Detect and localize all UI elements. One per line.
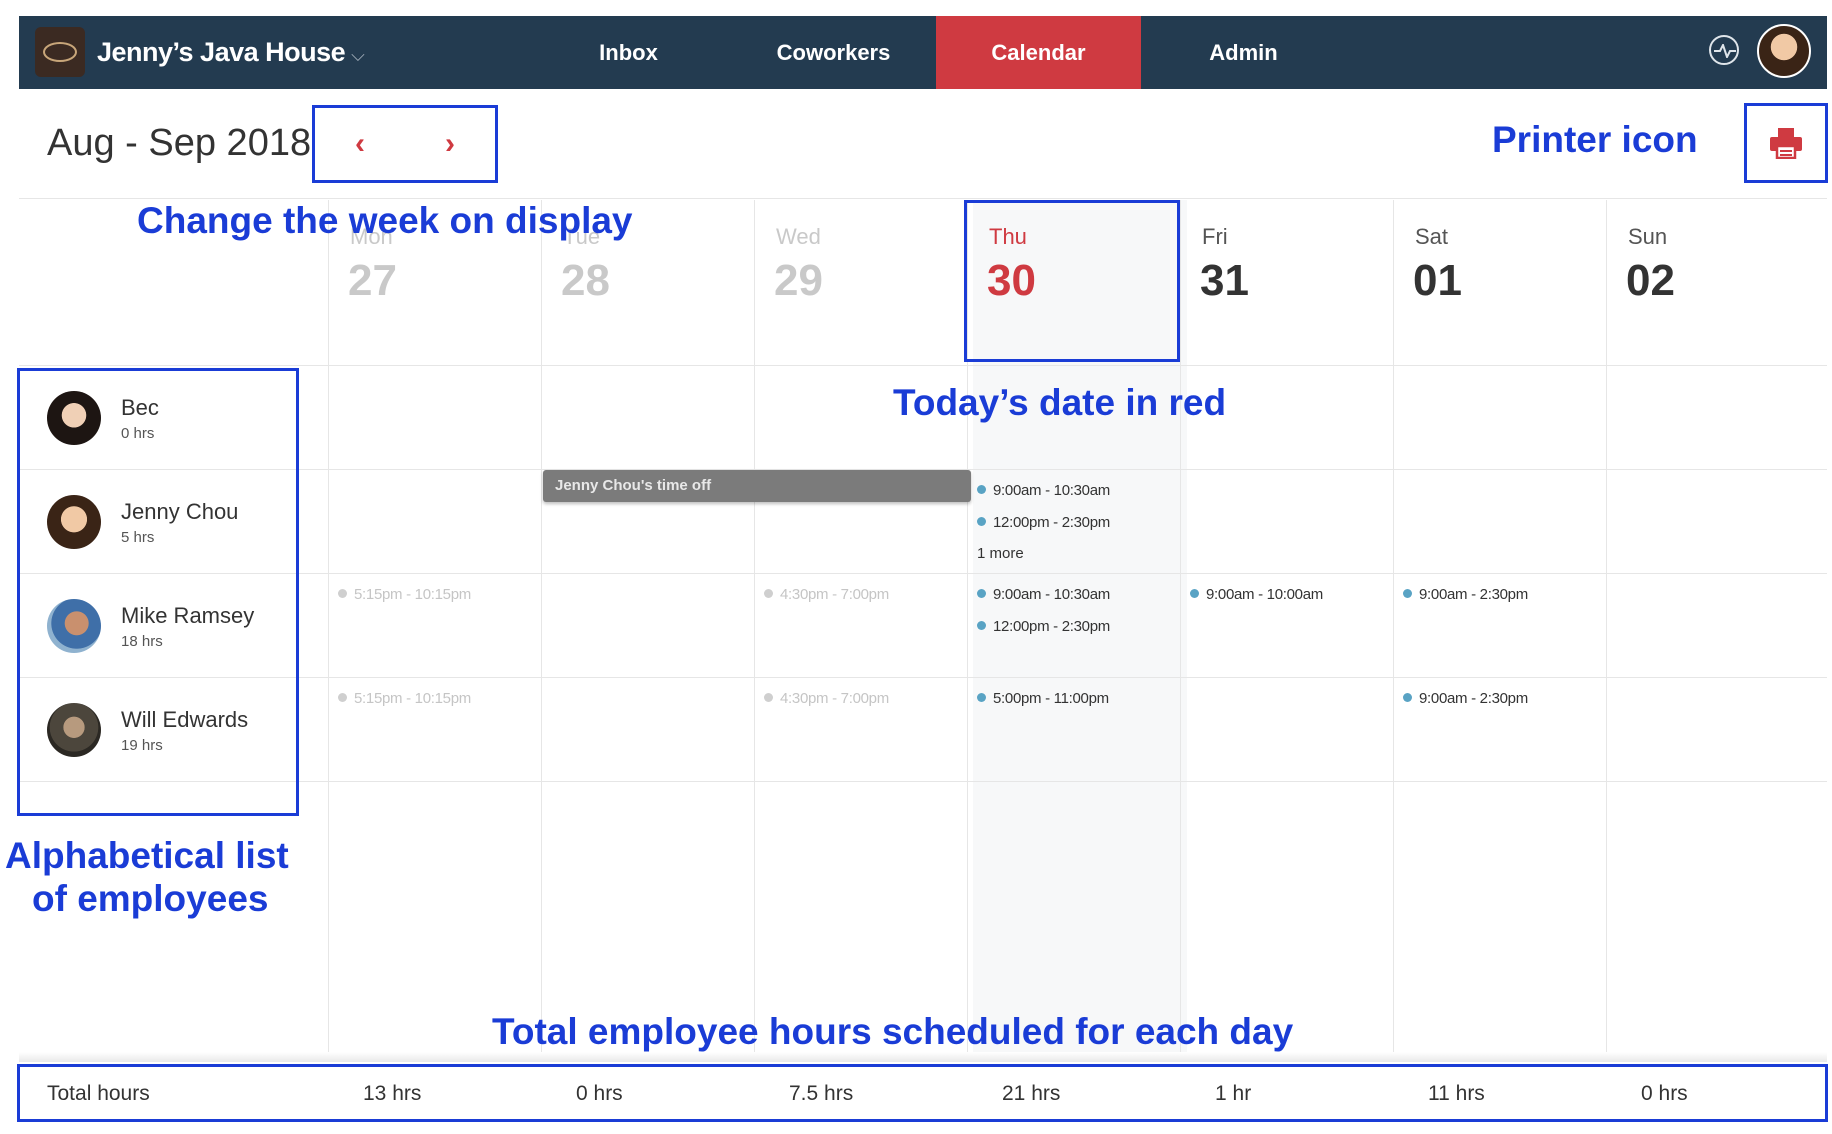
shift[interactable]: 9:00am - 2:30pm — [1403, 690, 1528, 707]
shift-dot — [977, 485, 986, 494]
shift-time: 12:00pm - 2:30pm — [993, 514, 1110, 531]
shift-time: 9:00am - 10:00am — [1206, 586, 1323, 603]
shift[interactable]: 4:30pm - 7:00pm — [764, 690, 889, 707]
shift[interactable]: 5:15pm - 10:15pm — [338, 690, 471, 707]
total-hours-row: Total hours 13 hrs 0 hrs 7.5 hrs 21 hrs … — [17, 1064, 1828, 1122]
previous-week-button[interactable]: ‹ — [340, 127, 380, 161]
total-hours-tue: 0 hrs — [576, 1082, 623, 1105]
more-shifts-link[interactable]: 1 more — [977, 545, 1024, 562]
annotation-today-box — [964, 200, 1180, 362]
total-hours-wed: 7.5 hrs — [789, 1082, 854, 1105]
next-week-button[interactable]: › — [430, 127, 470, 161]
activity-icon[interactable] — [1709, 35, 1739, 65]
day-name: Fri — [1202, 224, 1228, 249]
shift-time: 9:00am - 10:30am — [993, 482, 1110, 499]
annotation-employees-box — [17, 368, 299, 816]
grid-line — [1393, 200, 1394, 1062]
total-hours-mon: 13 hrs — [363, 1082, 422, 1105]
brand-switcher[interactable]: Jenny’s Java House ⌵ — [35, 26, 365, 78]
shift-time: 5:15pm - 10:15pm — [354, 586, 471, 603]
company-name: Jenny’s Java House — [97, 36, 346, 67]
shift-time: 5:15pm - 10:15pm — [354, 690, 471, 707]
annotation-printer: Printer icon — [1492, 119, 1698, 160]
annotation-employees-line2: of employees — [32, 878, 269, 919]
day-number: 02 — [1626, 256, 1675, 305]
shift-dot — [1403, 693, 1412, 702]
date-range-title: Aug - Sep 2018 — [47, 122, 312, 164]
total-hours-thu: 21 hrs — [1002, 1082, 1061, 1105]
shift[interactable]: 12:00pm - 2:30pm — [977, 514, 1110, 531]
annotation-employees-line1: Alphabetical list — [5, 835, 289, 876]
shift[interactable]: 12:00pm - 2:30pm — [977, 618, 1110, 635]
total-hours-fri: 1 hr — [1215, 1082, 1252, 1105]
company-logo — [35, 27, 85, 77]
top-nav: Jenny’s Java House ⌵ Inbox Coworkers Cal… — [19, 16, 1827, 89]
print-button[interactable] — [1744, 103, 1828, 183]
day-number: 01 — [1413, 256, 1462, 305]
day-name: Sun — [1628, 224, 1668, 249]
divider — [19, 1052, 1827, 1062]
grid-line — [328, 200, 329, 1062]
total-hours-sun: 0 hrs — [1641, 1082, 1688, 1105]
day-number: 31 — [1200, 256, 1249, 305]
week-navigation: ‹ › — [312, 105, 498, 183]
shift-time: 9:00am - 10:30am — [993, 586, 1110, 603]
printer-icon — [1770, 128, 1802, 159]
grid-line — [1606, 200, 1607, 1062]
shift-time: 5:00pm - 11:00pm — [993, 690, 1109, 707]
shift-dot — [338, 693, 347, 702]
grid-line — [1180, 200, 1181, 1062]
nav-item-admin[interactable]: Admin — [1141, 16, 1346, 89]
shift[interactable]: 9:00am - 10:30am — [977, 482, 1110, 499]
shift[interactable]: 5:00pm - 11:00pm — [977, 690, 1109, 707]
shift-time: 12:00pm - 2:30pm — [993, 618, 1110, 635]
grid-line — [19, 198, 1827, 199]
total-hours-sat: 11 hrs — [1428, 1082, 1485, 1105]
grid-line — [541, 200, 542, 1062]
grid-line — [754, 200, 755, 1062]
annotation-week-nav: Change the week on display — [137, 200, 633, 241]
shift[interactable]: 9:00am - 2:30pm — [1403, 586, 1528, 603]
shift[interactable]: 4:30pm - 7:00pm — [764, 586, 889, 603]
user-avatar[interactable] — [1757, 24, 1811, 78]
shift-dot — [338, 589, 347, 598]
day-number: 27 — [348, 256, 397, 305]
day-number: 29 — [774, 256, 823, 305]
annotation-totals: Total employee hours scheduled for each … — [492, 1011, 1294, 1052]
chevron-down-icon: ⌵ — [351, 44, 365, 65]
nav-item-inbox[interactable]: Inbox — [526, 16, 731, 89]
day-number: 28 — [561, 256, 610, 305]
shift[interactable]: 5:15pm - 10:15pm — [338, 586, 471, 603]
shift-dot — [1403, 589, 1412, 598]
shift[interactable]: 9:00am - 10:00am — [1190, 586, 1323, 603]
shift-time: 4:30pm - 7:00pm — [780, 690, 889, 707]
shift[interactable]: 9:00am - 10:30am — [977, 586, 1110, 603]
time-off-bar[interactable]: Jenny Chou's time off — [543, 470, 971, 502]
shift-dot — [977, 693, 986, 702]
shift-time: 9:00am - 2:30pm — [1419, 586, 1528, 603]
annotation-today: Today’s date in red — [893, 382, 1227, 423]
shift-dot — [764, 589, 773, 598]
day-name: Wed — [776, 224, 821, 249]
shift-dot — [977, 621, 986, 630]
shift-time: 9:00am - 2:30pm — [1419, 690, 1528, 707]
day-name: Sat — [1415, 224, 1449, 249]
shift-dot — [764, 693, 773, 702]
total-hours-label: Total hours — [47, 1082, 150, 1105]
shift-dot — [977, 517, 986, 526]
shift-dot — [1190, 589, 1199, 598]
nav-item-calendar[interactable]: Calendar — [936, 16, 1141, 89]
shift-time: 4:30pm - 7:00pm — [780, 586, 889, 603]
nav-item-coworkers[interactable]: Coworkers — [731, 16, 936, 89]
shift-dot — [977, 589, 986, 598]
